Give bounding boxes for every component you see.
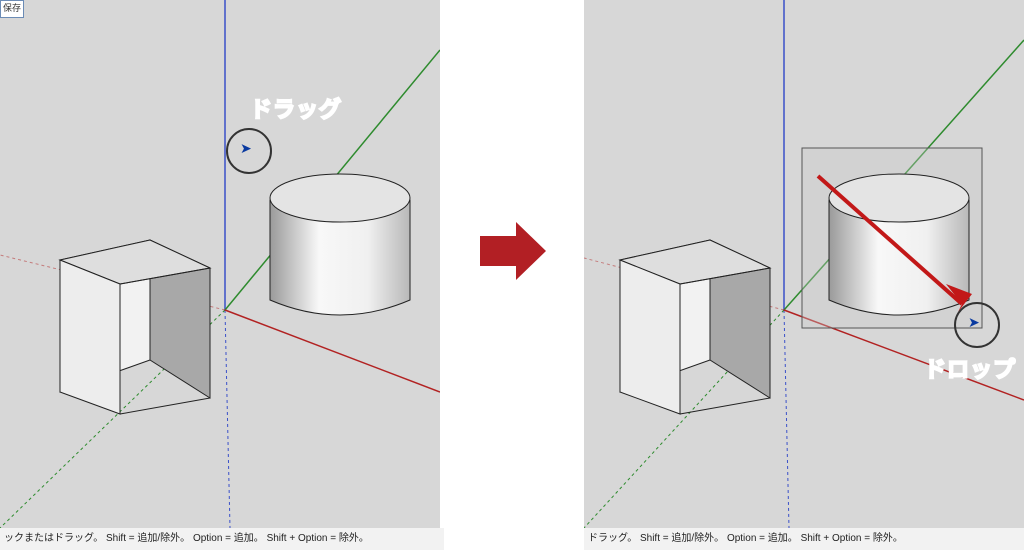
drop-label: ドロップ (924, 352, 1016, 384)
cylinder-shape (270, 174, 410, 315)
cube-shape (620, 240, 770, 414)
cube-shape (60, 240, 210, 414)
scene-after (584, 0, 1024, 528)
viewport-after: ➤ ドロップ (584, 0, 1024, 528)
viewport-before: 保存 ドラッグ ➤ (0, 0, 440, 528)
cursor-icon: ➤ (240, 140, 252, 157)
save-button[interactable]: 保存 (0, 0, 24, 18)
status-bar-after: ドラッグ。 Shift = 追加/除外。 Option = 追加。 Shift … (584, 528, 1024, 550)
scene-before (0, 0, 440, 528)
status-bar-before: ックまたはドラッグ。 Shift = 追加/除外。 Option = 追加。 S… (0, 528, 444, 550)
drag-label: ドラッグ (250, 92, 342, 124)
cursor-icon: ➤ (968, 314, 980, 331)
transition-arrow-icon (480, 218, 546, 284)
